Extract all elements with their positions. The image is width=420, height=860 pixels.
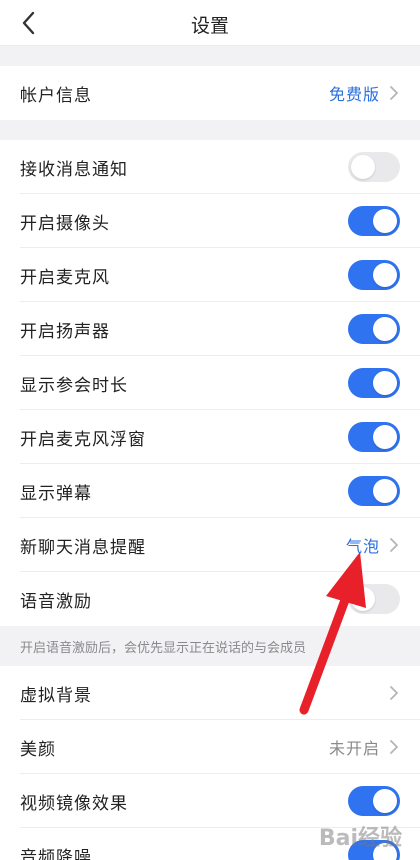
- setting-row-microphone: 开启麦克风: [0, 248, 420, 302]
- page-title: 设置: [190, 15, 229, 37]
- microphone-toggle[interactable]: [348, 260, 400, 290]
- setting-label: 显示弹幕: [20, 483, 92, 504]
- account-info-row[interactable]: 帐户信息 免费版: [0, 66, 420, 120]
- setting-row-beauty[interactable]: 美颜 未开启: [0, 720, 420, 774]
- toggle-knob: [351, 587, 375, 611]
- watermark: Bai经验: [318, 826, 402, 851]
- chevron-right-icon: [390, 538, 398, 552]
- speaker-toggle[interactable]: [348, 314, 400, 344]
- setting-label: 显示参会时长: [20, 375, 128, 396]
- setting-row-chat-reminder[interactable]: 新聊天消息提醒 气泡: [0, 518, 420, 572]
- chevron-right-icon: [390, 740, 398, 754]
- section-gap: [0, 120, 420, 140]
- account-section: 帐户信息 免费版: [0, 66, 420, 120]
- toggle-knob: [373, 479, 397, 503]
- toggle-knob: [373, 263, 397, 287]
- setting-label: 新聊天消息提醒: [20, 537, 146, 558]
- toggle-knob: [373, 317, 397, 341]
- voice-activation-toggle[interactable]: [348, 584, 400, 614]
- setting-row-speaker: 开启扬声器: [0, 302, 420, 356]
- toggle-knob: [373, 789, 397, 813]
- setting-label: 开启麦克风: [20, 267, 110, 288]
- toggle-knob: [351, 155, 375, 179]
- setting-row-mic-floating-window: 开启麦克风浮窗: [0, 410, 420, 464]
- setting-label: 开启麦克风浮窗: [20, 429, 146, 450]
- camera-toggle[interactable]: [348, 206, 400, 236]
- setting-label: 视频镜像效果: [20, 793, 128, 814]
- meeting-duration-toggle[interactable]: [348, 368, 400, 398]
- voice-activation-hint: 开启语音激励后，会优先显示正在说话的与会成员: [0, 626, 420, 666]
- setting-row-camera: 开启摄像头: [0, 194, 420, 248]
- chevron-right-icon: [390, 686, 398, 700]
- notifications-toggle[interactable]: [348, 152, 400, 182]
- account-info-label: 帐户信息: [20, 85, 92, 106]
- toggle-knob: [373, 371, 397, 395]
- setting-row-voice-activation: 语音激励: [0, 572, 420, 626]
- setting-label: 音频降噪: [20, 847, 92, 860]
- navigation-bar: 设置: [0, 0, 420, 46]
- setting-row-meeting-duration: 显示参会时长: [0, 356, 420, 410]
- setting-row-virtual-background[interactable]: 虚拟背景: [0, 666, 420, 720]
- setting-label: 美颜: [20, 739, 56, 760]
- setting-label: 语音激励: [20, 591, 92, 612]
- danmaku-toggle[interactable]: [348, 476, 400, 506]
- setting-label: 开启扬声器: [20, 321, 110, 342]
- mic-floating-window-toggle[interactable]: [348, 422, 400, 452]
- chevron-right-icon: [390, 86, 398, 100]
- section-gap: [0, 46, 420, 66]
- toggle-knob: [373, 209, 397, 233]
- video-mirror-toggle[interactable]: [348, 786, 400, 816]
- beauty-value: 未开启: [328, 739, 380, 758]
- setting-label: 接收消息通知: [20, 159, 128, 180]
- toggle-knob: [373, 425, 397, 449]
- setting-row-danmaku: 显示弹幕: [0, 464, 420, 518]
- setting-label: 虚拟背景: [20, 685, 92, 706]
- setting-label: 开启摄像头: [20, 213, 110, 234]
- setting-row-notifications: 接收消息通知: [0, 140, 420, 194]
- account-plan-value: 免费版: [328, 85, 380, 104]
- chat-reminder-value: 气泡: [345, 537, 380, 556]
- settings-section: 接收消息通知 开启摄像头 开启麦克风 开启扬声器 显示参会时长 开启麦克风浮窗 …: [0, 140, 420, 626]
